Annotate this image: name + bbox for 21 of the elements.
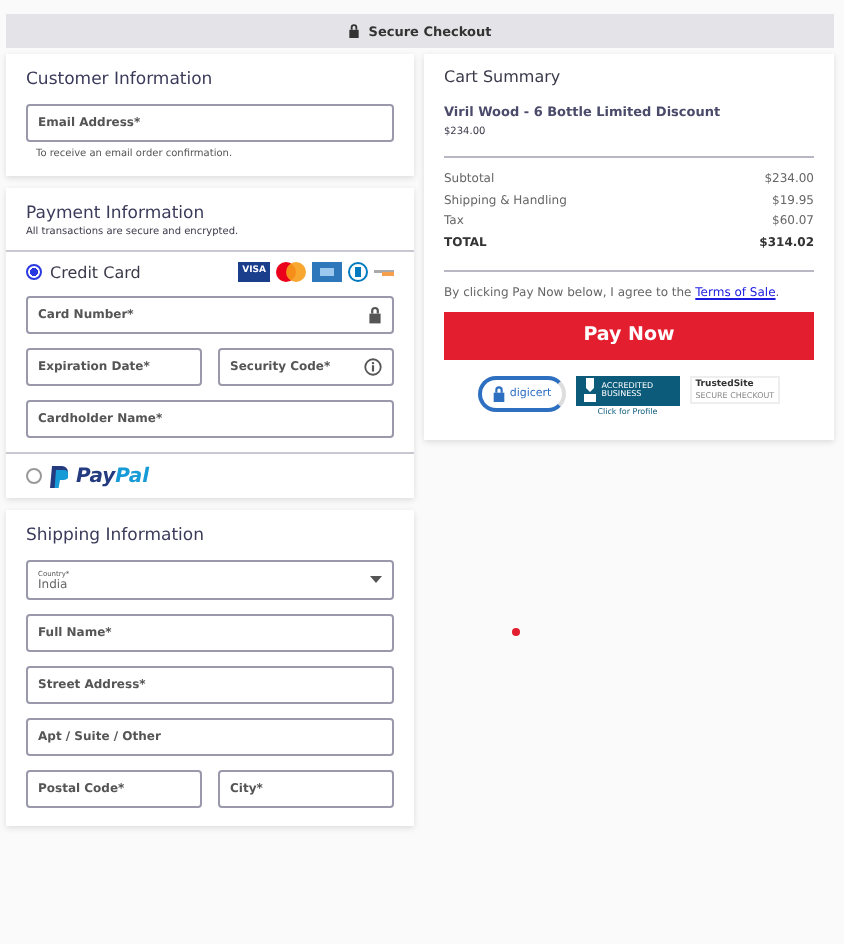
section-title: Payment Information [26, 204, 207, 224]
mastercard-icon [276, 262, 306, 282]
torch-icon [581, 378, 598, 402]
amex-icon [312, 262, 342, 282]
radio-button[interactable] [26, 264, 42, 280]
section-title: Customer Information [26, 70, 215, 90]
section-title: Cart Summary [444, 68, 563, 86]
pay-now-button[interactable]: Pay Now [444, 311, 814, 359]
lock-icon [368, 306, 382, 324]
pointer-dot [512, 628, 520, 636]
section-title: Shipping Information [26, 526, 206, 546]
info-icon [364, 358, 382, 376]
diners-icon [348, 262, 368, 282]
radio-button[interactable] [26, 468, 42, 484]
discover-icon [374, 266, 394, 278]
paypal-icon [50, 465, 68, 487]
caret-icon [370, 576, 382, 584]
credit-card-label: Credit Card [50, 263, 141, 281]
lock-icon [348, 24, 361, 38]
lock-icon [491, 385, 506, 401]
paypal-logo: PayPal [76, 465, 150, 487]
